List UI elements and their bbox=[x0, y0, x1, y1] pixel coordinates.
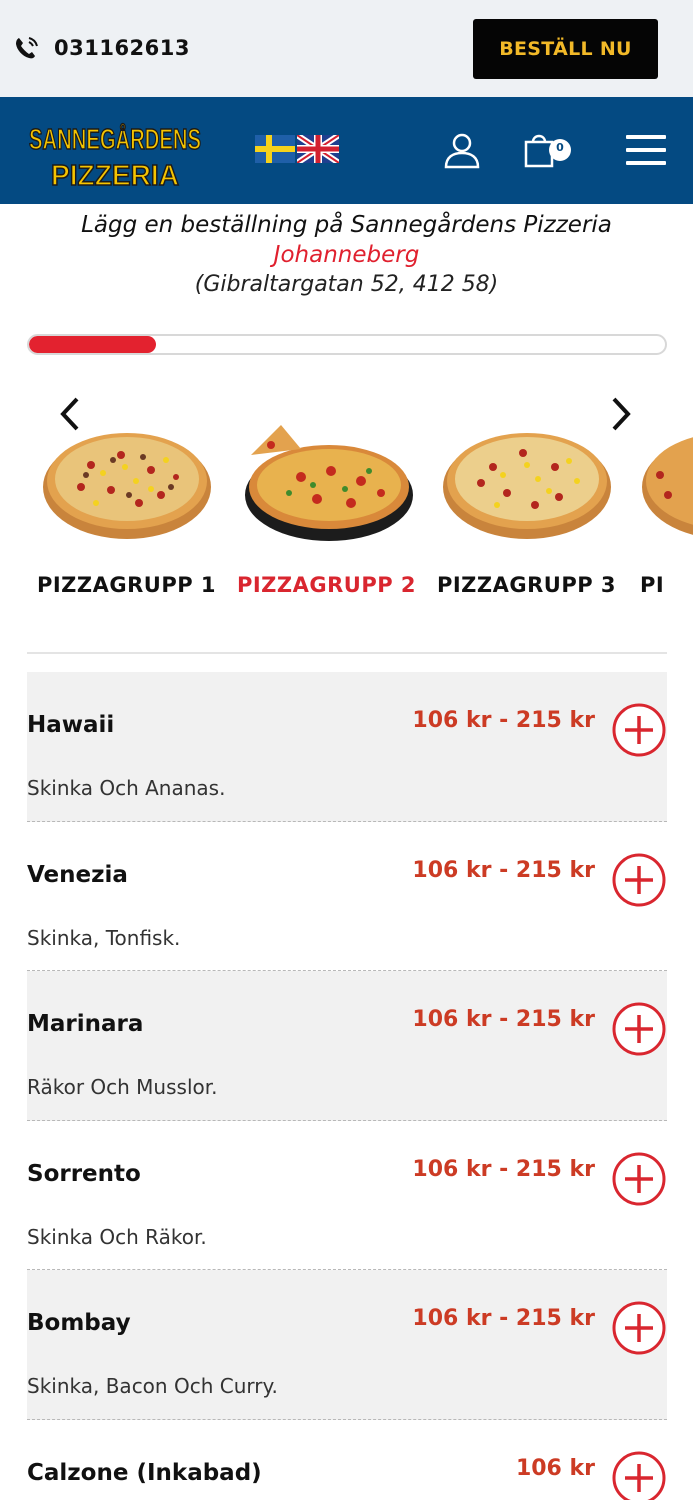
item-description: Skinka, Bacon Och Curry. bbox=[27, 1374, 278, 1398]
item-price: 106 kr - 215 kr bbox=[412, 857, 595, 883]
item-description: Skinka Och Räkor. bbox=[27, 1224, 207, 1249]
add-to-cart-plus-icon[interactable] bbox=[611, 1450, 667, 1500]
add-to-cart-plus-icon[interactable] bbox=[611, 702, 667, 758]
add-to-cart-plus-icon[interactable] bbox=[611, 852, 667, 908]
menu-item-list: Hawaii 106 kr - 215 kr Skinka Och Ananas… bbox=[27, 672, 667, 1500]
add-to-cart-plus-icon[interactable] bbox=[611, 1001, 667, 1057]
order-now-button[interactable]: BESTÄLL NU bbox=[473, 19, 658, 79]
item-name: Bombay bbox=[27, 1310, 131, 1336]
section-divider bbox=[27, 652, 667, 654]
item-description: Skinka Och Ananas. bbox=[27, 776, 226, 800]
add-to-cart-plus-icon[interactable] bbox=[611, 1151, 667, 1207]
category-carousel: PIZZAGRUPP 1 PIZZAGRUPP 2 PIZZAGRUPP 3 P… bbox=[0, 380, 693, 620]
item-price: 106 kr - 215 kr bbox=[412, 1156, 595, 1182]
intro-title: Lägg en beställning på Sannegårdens Pizz… bbox=[81, 212, 612, 238]
swedish-flag-icon[interactable] bbox=[255, 135, 295, 163]
category-label: PIZZAGRUPP 1 bbox=[36, 573, 217, 597]
item-name: Marinara bbox=[27, 1011, 144, 1037]
item-name: Sorrento bbox=[27, 1160, 141, 1187]
item-name: Hawaii bbox=[27, 712, 115, 738]
hamburger-menu-icon[interactable] bbox=[626, 133, 666, 167]
phone-number: 031162613 bbox=[54, 36, 191, 60]
progress-fill bbox=[29, 336, 157, 353]
logo-line2: PIZZERIA bbox=[51, 160, 179, 192]
english-flag-icon[interactable] bbox=[297, 135, 339, 163]
item-price: 106 kr - 215 kr bbox=[412, 708, 595, 733]
item-price: 106 kr bbox=[515, 1455, 595, 1481]
pizza-image bbox=[42, 433, 211, 539]
intro-address: (Gibraltargatan 52, 412 58) bbox=[194, 272, 499, 297]
item-price: 106 kr - 215 kr bbox=[412, 1306, 595, 1331]
phone-link[interactable]: 031162613 bbox=[12, 33, 190, 63]
menu-item: Bombay 106 kr - 215 kr Skinka, Bacon Och… bbox=[27, 1270, 667, 1420]
pizza-image bbox=[244, 425, 413, 541]
order-intro: Lägg en beställning på Sannegårdens Pizz… bbox=[0, 212, 693, 297]
category-label: PIZZAGRUPP 3 bbox=[436, 573, 617, 597]
pizza-image bbox=[442, 433, 611, 539]
category-pizzagrupp-4[interactable]: PI bbox=[640, 415, 693, 597]
category-pizzagrupp-1[interactable]: PIZZAGRUPP 1 bbox=[34, 415, 219, 597]
item-price: 106 kr - 215 kr bbox=[412, 1007, 595, 1032]
intro-city[interactable]: Johanneberg bbox=[0, 242, 693, 268]
menu-item: Marinara 106 kr - 215 kr Räkor Och Mussl… bbox=[27, 971, 667, 1121]
top-bar: 031162613 BESTÄLL NU bbox=[0, 0, 693, 97]
category-label: PI bbox=[640, 573, 665, 597]
item-description: Skinka, Tonfisk. bbox=[27, 925, 181, 950]
item-description: Räkor Och Musslor. bbox=[27, 1075, 218, 1099]
logo[interactable]: SANNEGÅRDENS PIZZERIA bbox=[26, 107, 204, 195]
order-progress-bar bbox=[27, 334, 667, 355]
category-pizzagrupp-3[interactable]: PIZZAGRUPP 3 bbox=[434, 415, 619, 597]
add-to-cart-plus-icon[interactable] bbox=[611, 1300, 667, 1356]
menu-item: Hawaii 106 kr - 215 kr Skinka Och Ananas… bbox=[27, 672, 667, 822]
cart-button[interactable]: 0 bbox=[522, 130, 574, 170]
category-pizzagrupp-2[interactable]: PIZZAGRUPP 2 bbox=[234, 415, 419, 597]
category-label: PIZZAGRUPP 2 bbox=[236, 573, 417, 597]
menu-item: Sorrento 106 kr - 215 kr Skinka Och Räko… bbox=[27, 1121, 667, 1270]
menu-item: Calzone (Inkabad) 106 kr bbox=[27, 1420, 667, 1500]
phone-icon bbox=[16, 37, 38, 59]
item-name: Venezia bbox=[27, 861, 128, 888]
cart-count-badge: 0 bbox=[556, 141, 564, 154]
logo-line1: SANNEGÅRDENS bbox=[29, 123, 201, 156]
menu-item: Venezia 106 kr - 215 kr Skinka, Tonfisk. bbox=[27, 822, 667, 971]
site-header: SANNEGÅRDENS PIZZERIA 0 bbox=[0, 97, 693, 204]
user-icon[interactable] bbox=[443, 131, 481, 169]
pizza-image bbox=[642, 437, 693, 535]
item-name: Calzone (Inkabad) bbox=[27, 1459, 262, 1486]
